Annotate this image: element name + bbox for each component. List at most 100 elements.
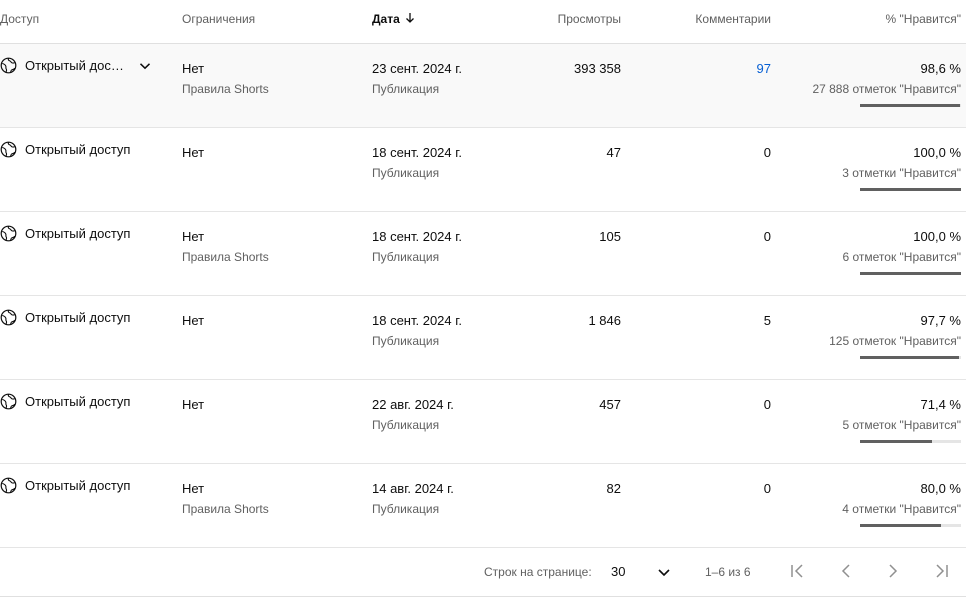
restriction-value: Нет [182, 229, 205, 244]
access-label: Открытый доступ [25, 478, 131, 493]
globe-icon [0, 225, 17, 242]
comments-value[interactable]: 97 [757, 61, 771, 76]
access-label: Открытый доступ [25, 226, 131, 241]
content-table: Доступ Ограничения Дата Просмотры Коммен… [0, 0, 966, 601]
globe-icon [0, 309, 17, 326]
restriction-cell: Нет [182, 145, 204, 160]
comments-value: 0 [763, 145, 771, 160]
date-value: 23 сент. 2024 г. [372, 61, 463, 76]
comments-value: 0 [763, 397, 771, 412]
likes-cell: 97,7 % 125 отметок "Нравится" [829, 313, 961, 348]
likes-cell: 100,0 % 6 отметок "Нравится" [842, 229, 961, 264]
restriction-cell: Нет Правила Shorts [182, 61, 269, 96]
table-header: Доступ Ограничения Дата Просмотры Коммен… [0, 0, 966, 44]
rows-per-page-value: 30 [611, 564, 626, 579]
table-row[interactable]: Открытый дос… Нет Правила Shorts 23 сент. 2… [0, 44, 966, 128]
header-restrictions[interactable]: Ограничения [182, 12, 255, 26]
access-label: Открытый доступ [25, 394, 131, 409]
globe-icon [0, 393, 17, 410]
header-likes[interactable]: % "Нравится" [886, 12, 961, 26]
restriction-cell: Нет Правила Shorts [182, 229, 269, 264]
pagination-bar: Строк на странице: 30 1–6 из 6 [0, 548, 966, 597]
date-value: 22 авг. 2024 г. [372, 397, 454, 412]
first-page-icon[interactable] [787, 560, 809, 582]
restriction-note: Правила Shorts [182, 82, 269, 96]
prev-page-icon[interactable] [835, 560, 857, 582]
header-date[interactable]: Дата [372, 12, 416, 27]
likes-count: 5 отметок "Нравится" [842, 418, 961, 432]
table-row[interactable]: Открытый доступ Нет Правила Shorts 14 авг. … [0, 464, 966, 548]
date-cell: 22 авг. 2024 г. Публикация [372, 397, 454, 432]
restriction-value: Нет [182, 397, 205, 412]
views-value: 47 [606, 145, 621, 160]
access-cell: Открытый доступ [0, 393, 130, 410]
likes-count: 3 отметки "Нравится" [842, 166, 961, 180]
access-label: Открытый доступ [25, 142, 131, 157]
chevron-down-icon[interactable] [138, 59, 152, 73]
views-value: 82 [606, 481, 621, 496]
restriction-value: Нет [182, 145, 205, 160]
next-page-icon[interactable] [882, 560, 904, 582]
date-cell: 18 сент. 2024 г. Публикация [372, 145, 462, 180]
likes-bar [860, 524, 961, 527]
likes-bar [860, 356, 961, 359]
likes-cell: 100,0 % 3 отметки "Нравится" [842, 145, 961, 180]
likes-cell: 71,4 % 5 отметок "Нравится" [842, 397, 961, 432]
likes-percent: 71,4 % [920, 397, 961, 412]
date-cell: 23 сент. 2024 г. Публикация [372, 61, 462, 96]
likes-count: 4 отметки "Нравится" [842, 502, 961, 516]
comments-value: 0 [763, 229, 771, 244]
last-page-icon[interactable] [930, 560, 952, 582]
date-cell: 18 сент. 2024 г. Публикация [372, 313, 462, 348]
likes-percent: 98,6 % [920, 61, 961, 76]
header-access[interactable]: Доступ [0, 12, 39, 26]
access-cell: Открытый доступ [0, 225, 130, 242]
restriction-note: Правила Shorts [182, 502, 269, 516]
date-value: 18 сент. 2024 г. [372, 313, 463, 328]
header-views[interactable]: Просмотры [558, 12, 621, 26]
likes-cell: 80,0 % 4 отметки "Нравится" [842, 481, 961, 516]
arrow-down-icon [404, 12, 416, 27]
date-value: 18 сент. 2024 г. [372, 229, 463, 244]
date-cell: 18 сент. 2024 г. Публикация [372, 229, 462, 264]
restriction-cell: Нет Правила Shorts [182, 481, 269, 516]
likes-count: 6 отметок "Нравится" [842, 250, 961, 264]
comments-value: 5 [763, 313, 771, 328]
table-row[interactable]: Открытый доступ Нет 22 авг. 2024 г. Публика… [0, 380, 966, 464]
date-note: Публикация [372, 334, 440, 348]
likes-percent: 100,0 % [913, 145, 961, 160]
date-cell: 14 авг. 2024 г. Публикация [372, 481, 454, 516]
access-label: Открытый дос… [25, 58, 124, 73]
page-range: 1–6 из 6 [705, 565, 751, 579]
access-cell: Открытый доступ [0, 309, 130, 326]
date-note: Публикация [372, 250, 440, 264]
access-cell: Открытый доступ [0, 477, 130, 494]
likes-count: 125 отметок "Нравится" [829, 334, 961, 348]
restriction-value: Нет [182, 313, 205, 328]
likes-cell: 98,6 % 27 888 отметок "Нравится" [812, 61, 961, 96]
rows-per-page-select[interactable]: 30 [611, 559, 677, 583]
globe-icon [0, 477, 17, 494]
date-value: 18 сент. 2024 г. [372, 145, 463, 160]
restriction-note: Правила Shorts [182, 250, 269, 264]
header-date-label: Дата [372, 12, 400, 26]
date-value: 14 авг. 2024 г. [372, 481, 454, 496]
date-note: Публикация [372, 418, 440, 432]
likes-bar-fill [860, 188, 961, 191]
likes-bar-fill [860, 440, 933, 443]
comments-value: 0 [763, 481, 771, 496]
restriction-cell: Нет [182, 313, 204, 328]
header-comments[interactable]: Комментарии [695, 12, 771, 26]
table-row[interactable]: Открытый доступ Нет 18 сент. 2024 г. Публик… [0, 296, 966, 380]
table-row[interactable]: Открытый доступ Нет 18 сент. 2024 г. Публик… [0, 128, 966, 212]
likes-bar-fill [860, 272, 961, 275]
likes-bar-fill [860, 524, 941, 527]
table-row[interactable]: Открытый доступ Нет Правила Shorts 18 сент.… [0, 212, 966, 296]
likes-percent: 100,0 % [913, 229, 961, 244]
date-note: Публикация [372, 82, 440, 96]
restriction-cell: Нет [182, 397, 204, 412]
restriction-value: Нет [182, 481, 205, 496]
likes-percent: 97,7 % [920, 313, 961, 328]
likes-bar [860, 440, 961, 443]
likes-bar [860, 104, 961, 107]
